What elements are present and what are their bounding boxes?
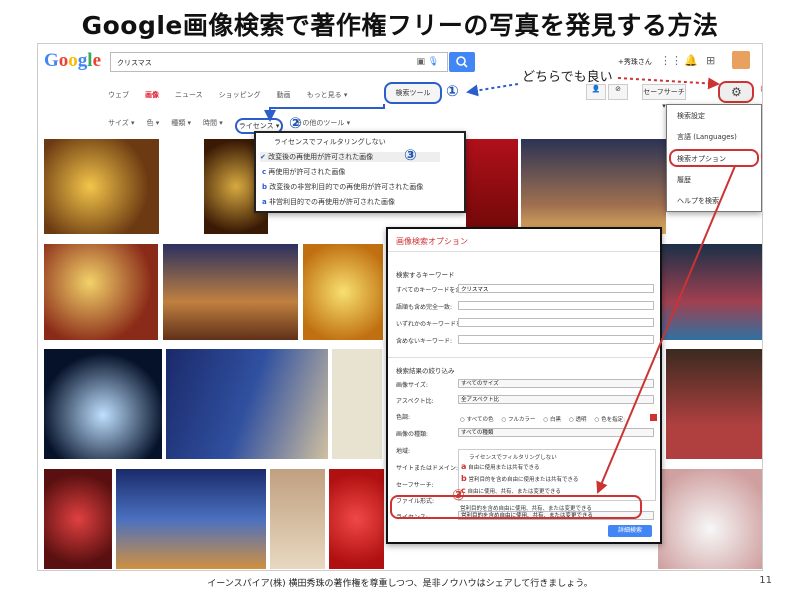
slide: Google画像検索で著作権フリーの写真を発見する方法 Google クリスマス… <box>0 0 800 601</box>
slide-title: Google画像検索で著作権フリーの写真を発見する方法 <box>81 11 719 40</box>
arrow-advanced-to-license <box>596 165 736 494</box>
slide-footer: イーンスパイア(株) 横田秀珠の著作権を尊重しつつ、是非ノウハウはシェアして行き… <box>207 579 593 589</box>
arrow-search-tools-to-license <box>264 104 385 122</box>
arrow-either-right <box>617 77 720 90</box>
arrow-either-left <box>466 83 519 97</box>
screenshot-frame: Google クリスマス ▣ 🎙 +秀珠さん ⋮⋮ 🔔 ⊞ ウェブ 画像 ニュー… <box>37 43 763 571</box>
page-number: 11 <box>759 575 772 586</box>
annotation-arrows <box>264 77 736 494</box>
